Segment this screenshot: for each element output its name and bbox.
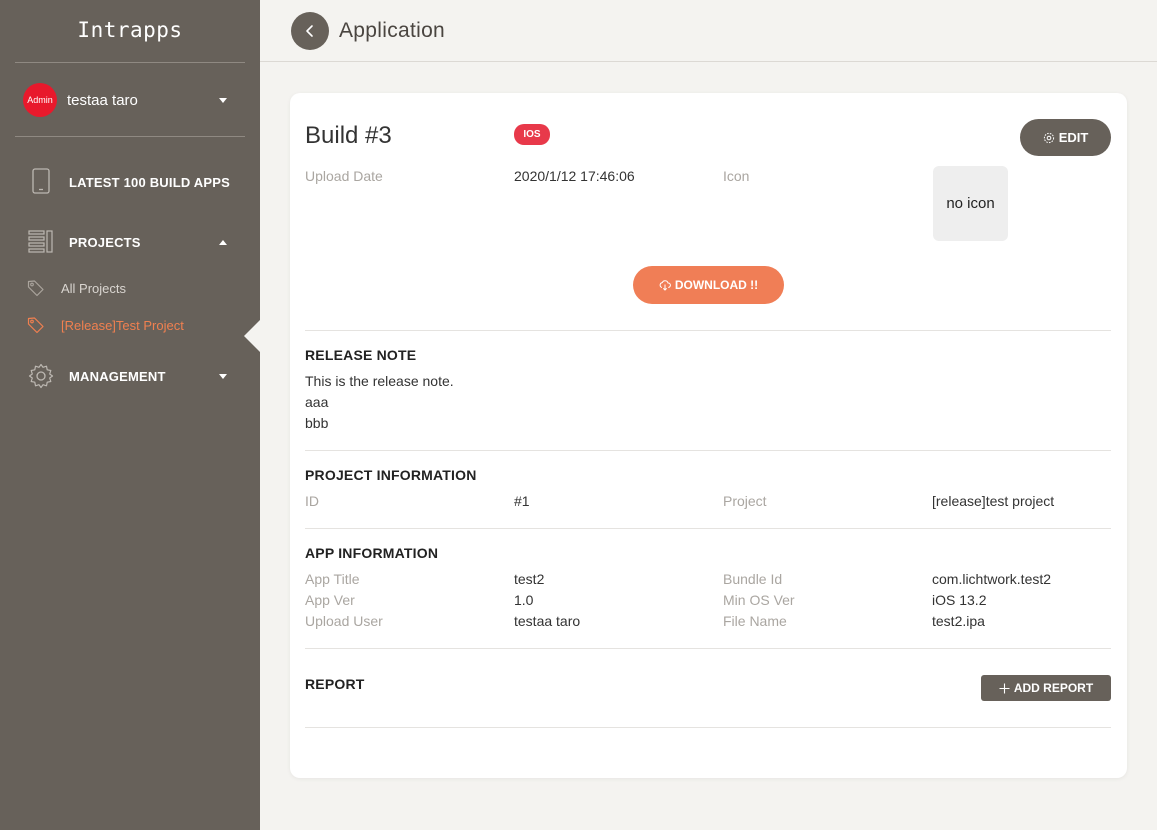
tag-icon [27,280,44,297]
chevron-down-icon [219,98,227,103]
edit-button-label: EDIT [1058,130,1089,145]
user-name: testaa taro [67,91,138,109]
app-ver-value: 1.0 [514,592,534,608]
release-note-line: This is the release note. [305,373,454,389]
sidebar-divider [15,62,245,63]
app-title-value: test2 [514,571,545,587]
upload-date-value: 2020/1/12 17:46:06 [514,168,635,184]
project-id-label: ID [305,493,319,509]
download-button[interactable]: DOWNLOAD !! [633,266,784,304]
app-ver-label: App Ver [305,592,355,608]
sidebar-divider [15,136,245,137]
sidebar-subitem-all-projects[interactable]: All Projects [0,278,260,298]
file-name-value: test2.ipa [932,613,985,629]
section-divider [305,648,1111,649]
file-name-label: File Name [723,613,787,629]
sidebar-item-management[interactable]: MANAGEMENT [0,363,260,389]
download-button-label: DOWNLOAD !! [674,278,759,292]
list-layout-icon [28,230,53,253]
sidebar-subitem-current-project[interactable]: [Release]Test Project [0,315,260,335]
project-id-value: #1 [514,493,530,509]
section-divider [305,330,1111,331]
section-divider [305,450,1111,451]
app-info-title: APP INFORMATION [305,545,439,561]
project-name-value: [release]test project [932,493,1055,509]
project-name-label: Project [723,493,767,509]
page-header: Application [260,0,1157,62]
chevron-down-icon [219,374,227,379]
upload-date-label: Upload Date [305,168,383,184]
edit-button[interactable]: EDIT [1020,119,1111,156]
app-title-label: App Title [305,571,360,587]
release-note-line: aaa [305,394,329,410]
upload-user-value: testaa taro [514,613,581,629]
add-report-button-label: ADD REPORT [1013,681,1094,695]
mobile-phone-icon [32,168,50,194]
release-note-title: RELEASE NOTE [305,347,417,363]
page-title: Application [339,19,446,42]
brand-logo: Intrapps [77,18,183,42]
icon-label: Icon [723,168,750,184]
release-note-line: bbb [305,415,329,431]
platform-badge: IOS [514,124,550,145]
upload-user-label: Upload User [305,613,383,629]
section-divider [305,528,1111,529]
sidebar: Intrapps Admin testaa taro LATEST 100 BU… [0,0,260,830]
sidebar-item-label: PROJECTS [69,235,141,250]
sidebar-item-latest-builds[interactable]: LATEST 100 BUILD APPS [0,168,260,196]
chevron-up-icon [219,240,227,245]
sidebar-subitem-label: All Projects [61,281,127,296]
tag-icon [27,317,44,334]
gear-icon [28,363,54,389]
add-report-button[interactable]: ADD REPORT [981,675,1111,701]
user-menu[interactable]: Admin testaa taro [23,83,233,117]
app-icon-placeholder: no icon [933,166,1008,241]
gear-icon [1043,132,1054,143]
sidebar-item-label: LATEST 100 BUILD APPS [69,175,230,190]
plus-icon [999,683,1010,693]
chevron-left-icon [306,25,313,37]
active-pointer [244,320,260,352]
project-info-title: PROJECT INFORMATION [305,467,477,483]
build-detail-card: Build #3 IOS EDIT Upload Date 2020/1/12 … [290,93,1127,778]
bundle-id-label: Bundle Id [723,571,783,587]
sidebar-subitem-label: [Release]Test Project [61,318,184,333]
sidebar-item-projects[interactable]: PROJECTS [0,229,260,255]
min-os-value: iOS 13.2 [932,592,987,608]
build-title: Build #3 [305,122,392,149]
min-os-label: Min OS Ver [723,592,795,608]
sidebar-item-label: MANAGEMENT [69,369,166,384]
cloud-download-icon [659,280,671,291]
back-button[interactable] [291,12,329,50]
report-title: REPORT [305,676,365,692]
bundle-id-value: com.lichtwork.test2 [932,571,1052,587]
section-divider [305,727,1111,728]
avatar: Admin [23,83,57,117]
